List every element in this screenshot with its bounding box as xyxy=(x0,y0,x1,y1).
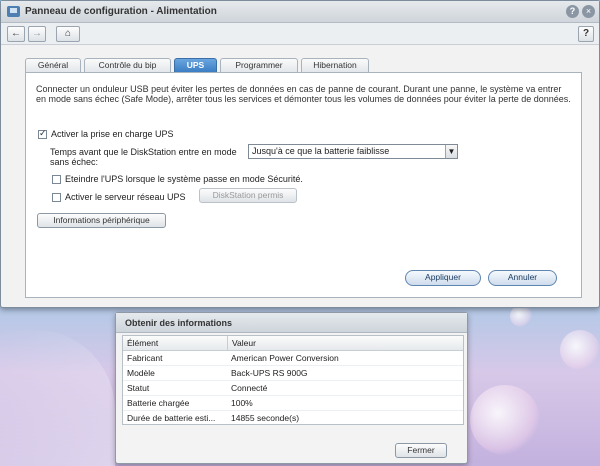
cancel-button[interactable]: Annuler xyxy=(488,270,557,286)
tab-beep-control[interactable]: Contrôle du bip xyxy=(84,58,171,72)
tab-general[interactable]: Général xyxy=(25,58,81,72)
network-ups-label: Activer le serveur réseau UPS xyxy=(65,192,186,202)
dialog-title: Obtenir des informations xyxy=(116,313,467,333)
row-value: Connecté xyxy=(231,383,268,393)
tab-ups[interactable]: UPS xyxy=(174,58,217,72)
enable-ups-row[interactable]: Activer la prise en charge UPS xyxy=(38,128,174,139)
apply-button[interactable]: Appliquer xyxy=(405,270,481,286)
title-bar: Panneau de configuration - Alimentation … xyxy=(1,1,599,23)
safe-mode-time-label: Temps avant que le DiskStation entre en … xyxy=(50,147,237,167)
background-bubble xyxy=(470,385,540,455)
row-item: Durée de batterie esti... xyxy=(127,413,216,423)
navigation-bar: ← → ⌂ ? xyxy=(1,23,599,45)
shutdown-ups-checkbox[interactable] xyxy=(52,174,61,184)
table-row[interactable]: Statut Connecté xyxy=(123,381,463,396)
column-header-item[interactable]: Élément xyxy=(127,336,227,351)
close-button[interactable]: Fermer xyxy=(395,443,447,458)
control-panel-icon xyxy=(7,6,20,17)
network-ups-checkbox[interactable] xyxy=(52,192,61,202)
background-bubble xyxy=(560,330,600,370)
background-swirl xyxy=(0,330,115,466)
background-bubble xyxy=(510,305,532,327)
info-table: Élément Valeur Fabricant American Power … xyxy=(122,335,464,425)
shutdown-ups-label: Eteindre l'UPS lorsque le système passe … xyxy=(65,174,303,184)
row-item: Batterie chargée xyxy=(127,398,190,408)
column-header-value[interactable]: Valeur xyxy=(227,336,256,351)
row-item: Fabricant xyxy=(127,353,163,363)
row-value: 100% xyxy=(231,398,253,408)
ups-description: Connecter un onduleur USB peut éviter le… xyxy=(36,84,571,104)
back-arrow-icon[interactable]: ← xyxy=(7,26,25,42)
ups-settings-panel xyxy=(25,72,582,298)
table-row[interactable]: Fabricant American Power Conversion xyxy=(123,351,463,366)
table-row[interactable]: Modèle Back-UPS RS 900G xyxy=(123,366,463,381)
safe-mode-time-value: Jusqu'à ce que la batterie faiblisse xyxy=(252,146,390,156)
row-value: American Power Conversion xyxy=(231,353,339,363)
network-ups-row[interactable]: Activer le serveur réseau UPS xyxy=(52,192,186,202)
shutdown-ups-row[interactable]: Eteindre l'UPS lorsque le système passe … xyxy=(52,174,303,184)
row-value: 14855 seconde(s) xyxy=(231,413,300,423)
close-icon[interactable]: × xyxy=(582,5,595,18)
row-item: Statut xyxy=(127,383,150,393)
enable-ups-checkbox[interactable] xyxy=(38,128,47,139)
device-info-button[interactable]: Informations périphérique xyxy=(37,213,166,228)
safe-mode-time-select[interactable]: Jusqu'à ce que la batterie faiblisse ▼ xyxy=(248,144,458,159)
diskstation-permit-button[interactable]: DiskStation permis xyxy=(199,188,297,203)
tab-schedule[interactable]: Programmer xyxy=(220,58,298,72)
help-icon[interactable]: ? xyxy=(566,5,579,18)
row-item: Modèle xyxy=(127,368,155,378)
window-title: Panneau de configuration - Alimentation xyxy=(25,6,217,17)
tab-hibernation[interactable]: Hibernation xyxy=(301,58,369,72)
forward-arrow-icon[interactable]: → xyxy=(28,26,46,42)
row-value: Back-UPS RS 900G xyxy=(231,368,308,378)
enable-ups-label: Activer la prise en charge UPS xyxy=(51,129,174,139)
table-row[interactable]: Durée de batterie esti... 14855 seconde(… xyxy=(123,411,463,426)
chevron-down-icon[interactable]: ▼ xyxy=(445,145,457,158)
question-icon[interactable]: ? xyxy=(578,26,594,42)
home-icon[interactable]: ⌂ xyxy=(56,26,80,42)
table-header: Élément Valeur xyxy=(123,336,463,351)
table-row[interactable]: Batterie chargée 100% xyxy=(123,396,463,411)
